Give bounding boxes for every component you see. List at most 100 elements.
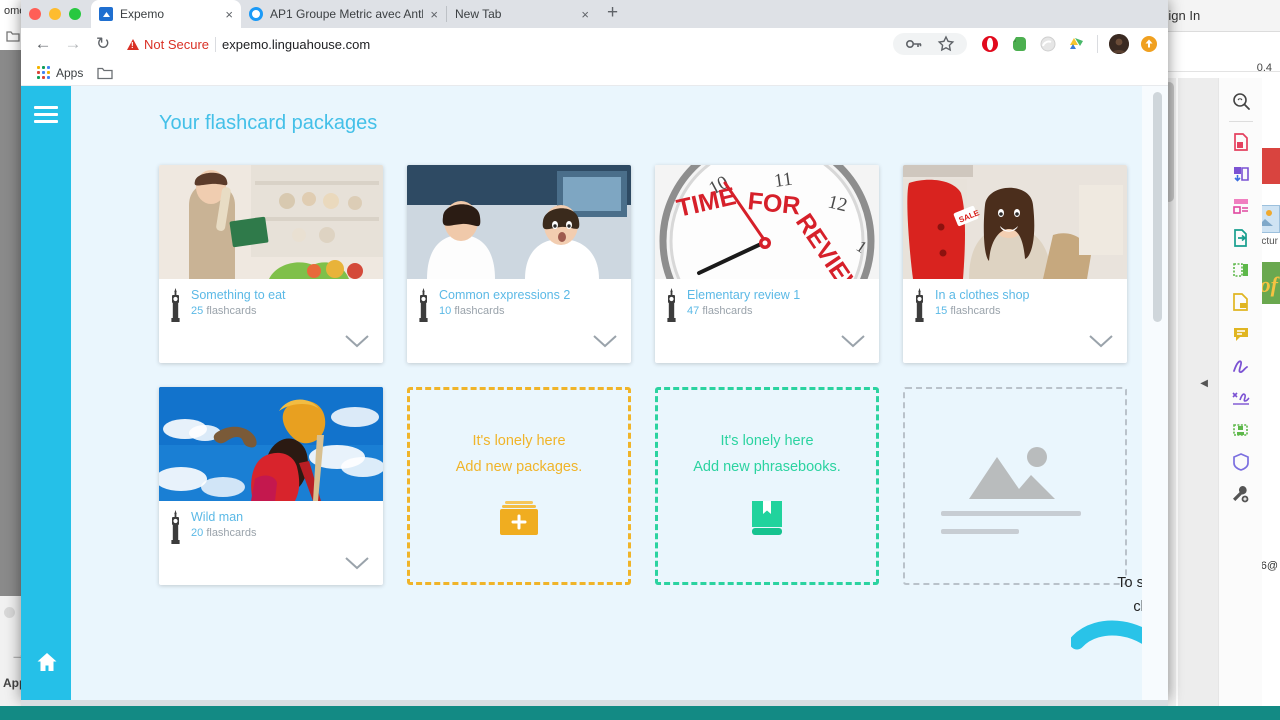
package-card[interactable]: Common expressions 2 10 flashcards (407, 165, 631, 363)
bookmark-star-icon[interactable] (937, 35, 955, 53)
background-tools-rail (1218, 78, 1262, 720)
browser-toolbar: ← → ↻ Not Secure expemo.linguahouse.com (21, 28, 1168, 60)
minimize-window-button[interactable] (49, 8, 61, 20)
tab-close-icon[interactable]: × (430, 7, 438, 22)
package-name[interactable]: In a clothes shop (935, 288, 1030, 302)
export-pdf-icon[interactable] (1226, 127, 1256, 157)
edit-pdf-icon[interactable] (1226, 191, 1256, 221)
organize-pages-icon[interactable] (1226, 159, 1256, 189)
add-package-folder-icon[interactable] (498, 499, 540, 542)
comment-note-icon[interactable] (1226, 287, 1256, 317)
skeleton-line (941, 511, 1081, 516)
opera-extension-icon[interactable] (981, 35, 999, 53)
phrasebook-bookmark-icon[interactable] (748, 499, 786, 542)
package-meta: In a clothes shop 15 flashcards (903, 279, 1127, 322)
scan-ocr-icon[interactable] (1226, 415, 1256, 445)
background-collapse-arrow-icon[interactable]: ◀ (1200, 378, 1208, 389)
placeholder-line-1: It's lonely here (472, 432, 566, 449)
grayscale-extension-icon[interactable] (1039, 35, 1057, 53)
package-thumbnail: 10 11 12 1 TIME FOR REVIEW (655, 165, 879, 279)
package-thumbnail: SALE (903, 165, 1127, 279)
skeleton-line (941, 529, 1019, 534)
add-phrasebooks-placeholder[interactable]: It's lonely here Add new phrasebooks. (655, 387, 879, 585)
package-card[interactable]: 10 11 12 1 TIME FOR REVIEW Elementary re… (655, 165, 879, 363)
page-scrollbar-thumb[interactable] (1153, 92, 1162, 322)
warning-triangle-icon (127, 38, 139, 50)
browser-update-icon[interactable] (1140, 35, 1158, 53)
search-document-icon[interactable] (1226, 86, 1256, 116)
home-icon[interactable] (36, 651, 58, 678)
package-count: 47 flashcards (687, 305, 753, 317)
back-button[interactable]: ← (31, 34, 55, 54)
maximize-window-button[interactable] (69, 8, 81, 20)
svg-text:FOR: FOR (746, 187, 801, 220)
hamburger-menu-icon[interactable] (34, 106, 58, 123)
package-name[interactable]: Wild man (191, 510, 256, 524)
sticky-note-icon[interactable] (1226, 319, 1256, 349)
expemo-favicon (99, 7, 113, 21)
address-divider (215, 36, 217, 52)
reload-button[interactable]: ↻ (91, 34, 115, 54)
forward-button[interactable]: → (61, 34, 85, 54)
tab-close-icon[interactable]: × (225, 7, 233, 22)
package-count: 25 flashcards (191, 305, 257, 317)
tab-title: New Tab (455, 7, 502, 21)
image-placeholder-icon (965, 445, 1061, 506)
not-secure-label: Not Secure (144, 36, 210, 52)
bookmark-folder[interactable] (97, 66, 114, 80)
package-name[interactable]: Common expressions 2 (439, 288, 570, 302)
page-scrollbar-track[interactable] (1142, 86, 1168, 700)
background-folder-icon[interactable] (6, 29, 20, 43)
package-count: 15 flashcards (935, 305, 1001, 317)
evernote-extension-icon[interactable] (1010, 35, 1028, 53)
address-bar[interactable]: Not Secure expemo.linguahouse.com (121, 32, 887, 56)
package-name[interactable]: Elementary review 1 (687, 288, 800, 302)
big-ben-icon (171, 510, 180, 544)
tab-expemo[interactable]: Expemo × (91, 0, 241, 28)
new-tab-button[interactable]: + (597, 2, 628, 26)
window-traffic-lights (25, 8, 91, 28)
package-meta: Wild man 20 flashcards (159, 501, 383, 544)
tab-new-tab[interactable]: New Tab × (447, 0, 597, 28)
profile-avatar[interactable] (1109, 34, 1129, 54)
package-card[interactable]: Wild man 20 flashcards (159, 387, 383, 585)
package-meta: Something to eat 25 flashcards (159, 279, 383, 322)
add-packages-placeholder[interactable]: It's lonely here Add new packages. (407, 387, 631, 585)
google-drive-extension-icon[interactable] (1068, 35, 1086, 53)
big-ben-icon (915, 288, 924, 322)
background-page-thumbnails (1178, 78, 1218, 720)
signature-icon[interactable] (1226, 351, 1256, 381)
not-secure-indicator[interactable]: Not Secure (127, 37, 209, 52)
big-ben-icon (419, 288, 428, 322)
bookmarks-bar: Apps (21, 60, 1168, 86)
package-meta: Elementary review 1 47 flashcards (655, 279, 879, 322)
extension-divider (1097, 35, 1098, 53)
package-card[interactable]: SALE In a clothes shop 15 flashcards (903, 165, 1127, 363)
expand-chevron-icon[interactable] (1089, 335, 1127, 363)
expand-chevron-icon[interactable] (345, 557, 383, 585)
ap1-favicon (249, 7, 263, 21)
package-thumbnail (407, 165, 631, 279)
tab-ap1-groupe-metric[interactable]: AP1 Groupe Metric avec Antho × (241, 0, 446, 28)
tab-close-icon[interactable]: × (581, 7, 589, 22)
apps-grid-icon (37, 66, 50, 79)
expand-chevron-icon[interactable] (345, 335, 383, 363)
page-content: Your flashcard packages Something to eat… (71, 86, 1142, 700)
fill-and-sign-icon[interactable] (1226, 383, 1256, 413)
loading-skeleton-card[interactable] (903, 387, 1127, 585)
tools-wrench-icon[interactable] (1226, 479, 1256, 509)
screen: Sign In Share 0.4 Pictur of ◀ a26@ (0, 0, 1280, 720)
hint-line-1: To start review (1117, 575, 1142, 591)
placeholder-line-2: Add new packages. (455, 458, 583, 475)
expand-chevron-icon[interactable] (841, 335, 879, 363)
password-key-icon[interactable] (905, 35, 923, 53)
package-name[interactable]: Something to eat (191, 288, 286, 302)
bookmark-apps[interactable]: Apps (37, 66, 83, 80)
expand-chevron-icon[interactable] (593, 335, 631, 363)
crop-page-icon[interactable] (1226, 255, 1256, 285)
package-card[interactable]: Something to eat 25 flashcards (159, 165, 383, 363)
close-window-button[interactable] (29, 8, 41, 20)
protect-shield-icon[interactable] (1226, 447, 1256, 477)
convert-file-icon[interactable] (1226, 223, 1256, 253)
guide-arrow-icon (1071, 620, 1142, 650)
